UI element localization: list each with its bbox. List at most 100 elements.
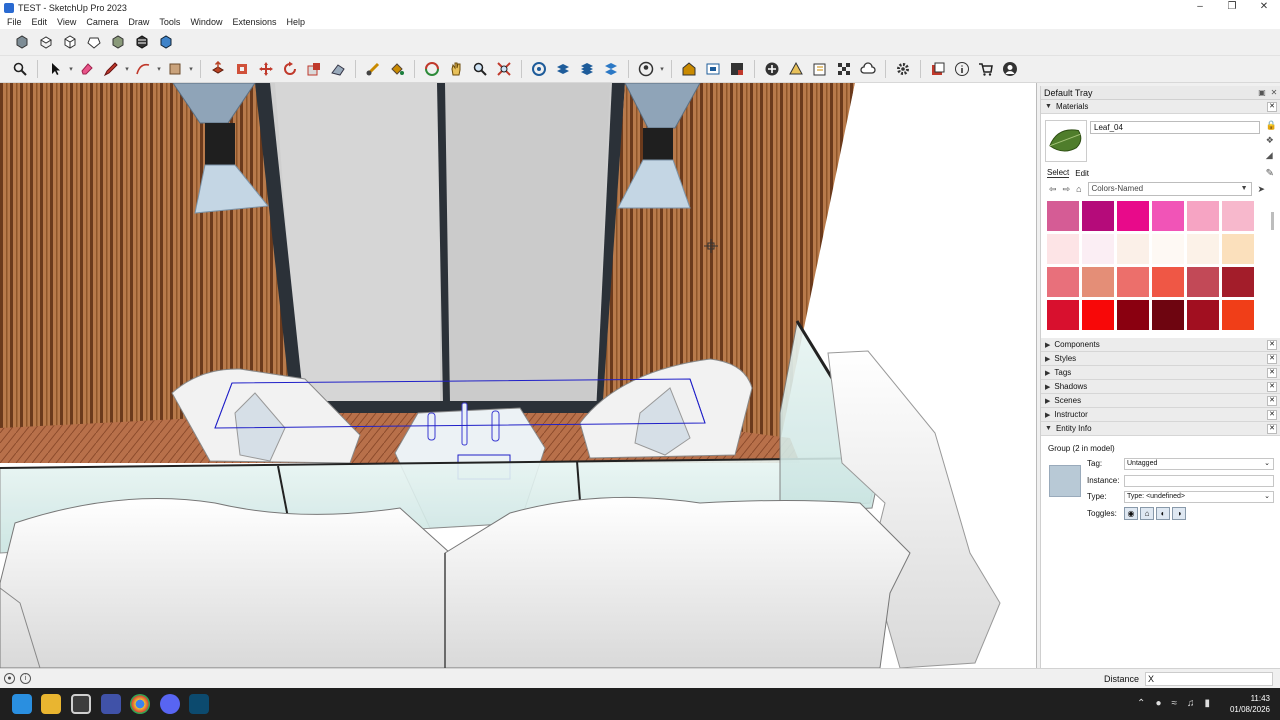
tray-pin-icon[interactable]: ▣ <box>1256 88 1268 97</box>
cast-shadows-toggle-icon[interactable]: ◑ <box>1172 507 1186 520</box>
material-swatch[interactable] <box>1222 234 1254 264</box>
volume-icon[interactable]: ♫ <box>1187 698 1195 709</box>
material-swatch[interactable] <box>1082 300 1114 330</box>
back-arrow-icon[interactable]: ⇦ <box>1049 184 1057 195</box>
cart-icon[interactable] <box>976 59 996 79</box>
maximize-button[interactable]: ❐ <box>1216 0 1248 15</box>
left-view-icon[interactable] <box>132 32 152 52</box>
receive-shadows-toggle-icon[interactable]: ◐ <box>1156 507 1170 520</box>
iso-view-icon[interactable] <box>12 32 32 52</box>
tab-select[interactable]: Select <box>1047 168 1070 178</box>
follow-me-icon[interactable] <box>328 59 348 79</box>
microphone-icon[interactable]: ● <box>1155 698 1161 709</box>
stack-icon[interactable] <box>577 59 597 79</box>
section-header-styles[interactable]: ▶ Styles ✕ <box>1041 352 1280 366</box>
material-name-field[interactable]: Leaf_04 <box>1090 121 1260 134</box>
rotate-icon[interactable] <box>280 59 300 79</box>
menu-tools[interactable]: Tools <box>154 17 185 27</box>
menu-file[interactable]: File <box>2 17 27 27</box>
zoom-extents-icon[interactable] <box>494 59 514 79</box>
lock-icon[interactable]: 🔒 <box>1266 120 1277 131</box>
menu-window[interactable]: Window <box>185 17 227 27</box>
material-swatch[interactable] <box>1187 234 1219 264</box>
offset-icon[interactable] <box>232 59 252 79</box>
create-material-icon[interactable]: ❖ <box>1266 135 1277 146</box>
add-location-icon[interactable] <box>762 59 782 79</box>
material-swatch[interactable] <box>1222 267 1254 297</box>
chevron-down-icon[interactable]: ▾ <box>123 59 131 79</box>
material-thumbnail[interactable] <box>1045 120 1087 162</box>
material-swatch[interactable] <box>1187 201 1219 231</box>
sketchup-taskbar-icon[interactable] <box>189 694 209 714</box>
material-swatch[interactable] <box>1152 201 1184 231</box>
battery-icon[interactable]: ▮ <box>1204 698 1210 709</box>
material-swatch[interactable] <box>1082 234 1114 264</box>
extension-warehouse-icon[interactable] <box>727 59 747 79</box>
material-swatch[interactable] <box>1152 234 1184 264</box>
menu-camera[interactable]: Camera <box>81 17 123 27</box>
network-icon[interactable]: ≈ <box>1171 698 1177 709</box>
close-icon[interactable]: ✕ <box>1267 353 1277 364</box>
materials-section-header[interactable]: ▼ Materials ✕ <box>1041 100 1280 114</box>
stack-alt-icon[interactable] <box>601 59 621 79</box>
menu-help[interactable]: Help <box>281 17 310 27</box>
material-swatch[interactable] <box>1117 201 1149 231</box>
components-icon[interactable] <box>703 59 723 79</box>
material-swatch[interactable] <box>1187 300 1219 330</box>
chevron-down-icon[interactable]: ▾ <box>155 59 163 79</box>
section-header-tags[interactable]: ▶ Tags ✕ <box>1041 366 1280 380</box>
eyedropper-icon[interactable]: ✎ <box>1266 168 1274 179</box>
material-swatch[interactable] <box>1047 234 1079 264</box>
warehouse-icon[interactable] <box>679 59 699 79</box>
app-icon[interactable] <box>101 694 121 714</box>
file-explorer-icon[interactable] <box>41 694 61 714</box>
close-icon[interactable]: ✕ <box>1267 423 1277 434</box>
zoom-icon[interactable] <box>470 59 490 79</box>
section-header-instructor[interactable]: ▶ Instructor ✕ <box>1041 408 1280 422</box>
back-view-icon[interactable] <box>108 32 128 52</box>
material-swatch[interactable] <box>1117 234 1149 264</box>
details-arrow-icon[interactable]: ➤ <box>1258 184 1266 195</box>
layers-icon[interactable] <box>553 59 573 79</box>
type-select[interactable]: Type: <undefined> ⌄ <box>1124 491 1274 503</box>
instructor-info-icon[interactable]: i <box>20 673 31 684</box>
tray-close-icon[interactable]: ✕ <box>1268 88 1280 97</box>
material-swatch[interactable] <box>1117 267 1149 297</box>
move-icon[interactable] <box>256 59 276 79</box>
scale-icon[interactable] <box>304 59 324 79</box>
material-swatch[interactable] <box>1187 267 1219 297</box>
paint-bucket-icon[interactable] <box>387 59 407 79</box>
model-viewport[interactable] <box>0 83 1037 668</box>
home-icon[interactable]: ⌂ <box>1076 184 1081 194</box>
chevron-down-icon[interactable]: ▾ <box>67 59 75 79</box>
discord-icon[interactable] <box>160 694 180 714</box>
section-header-shadows[interactable]: ▶ Shadows ✕ <box>1041 380 1280 394</box>
tab-edit[interactable]: Edit <box>1075 169 1089 178</box>
material-swatch[interactable] <box>1047 300 1079 330</box>
visibility-toggle-icon[interactable]: ◉ <box>1124 507 1138 520</box>
material-swatch[interactable] <box>1047 267 1079 297</box>
minimize-button[interactable]: – <box>1184 0 1216 15</box>
chevron-up-icon[interactable]: ⌃ <box>1137 698 1145 709</box>
account-icon[interactable] <box>636 59 656 79</box>
geolocation-icon[interactable]: ● <box>4 673 15 684</box>
menu-extensions[interactable]: Extensions <box>227 17 281 27</box>
pan-icon[interactable] <box>446 59 466 79</box>
section-header-scenes[interactable]: ▶ Scenes ✕ <box>1041 394 1280 408</box>
settings-app-icon[interactable] <box>71 694 91 714</box>
swatch-scrollbar[interactable] <box>1271 212 1274 230</box>
library-select[interactable]: Colors-Named ▼ <box>1087 182 1252 196</box>
material-swatch[interactable] <box>1117 300 1149 330</box>
chevron-down-icon[interactable]: ▾ <box>187 59 195 79</box>
close-icon[interactable]: ✕ <box>1267 367 1277 378</box>
instance-input[interactable] <box>1124 475 1274 487</box>
top-view-icon[interactable] <box>36 32 56 52</box>
arc-icon[interactable] <box>133 59 153 79</box>
search-icon[interactable] <box>10 59 30 79</box>
material-swatch[interactable] <box>1222 300 1254 330</box>
front-view-icon[interactable] <box>60 32 80 52</box>
material-swatch[interactable] <box>1222 201 1254 231</box>
cloud-icon[interactable] <box>858 59 878 79</box>
material-swatch[interactable] <box>1152 300 1184 330</box>
profile-icon[interactable] <box>1000 59 1020 79</box>
